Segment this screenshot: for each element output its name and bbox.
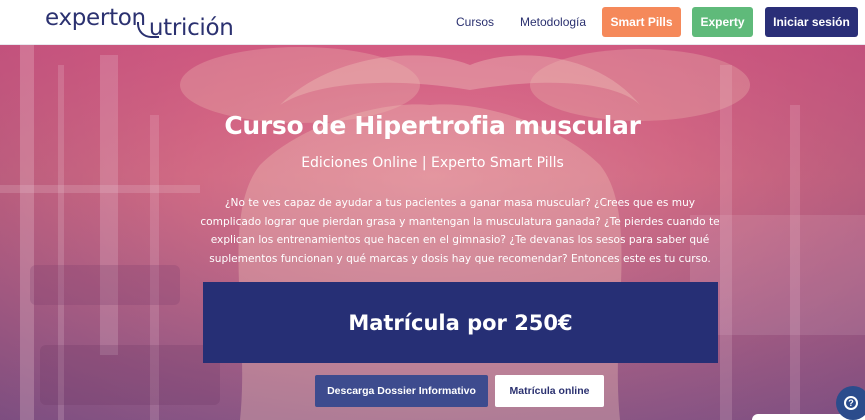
help-circle-icon: ? xyxy=(844,396,858,410)
logo-text-part2: utrición xyxy=(148,15,234,41)
experty-button[interactable]: Experty xyxy=(692,7,753,37)
nav-cursos[interactable]: Cursos xyxy=(456,15,494,29)
price-banner: Matrícula por 250€ xyxy=(203,282,718,363)
download-dossier-button[interactable]: Descarga Dossier Informativo xyxy=(315,375,488,407)
login-button[interactable]: Iniciar sesión xyxy=(765,7,858,37)
smart-pills-button[interactable]: Smart Pills xyxy=(602,7,681,37)
hero-subtitle: Ediciones Online | Experto Smart Pills xyxy=(301,155,564,171)
hero-title: Curso de Hipertrofia muscular xyxy=(224,111,641,140)
price-text: Matrícula por 250€ xyxy=(348,310,573,335)
online-enrollment-button[interactable]: Matrícula online xyxy=(495,375,604,407)
logo-text-part1: experton xyxy=(45,5,146,31)
hero-description: ¿No te ves capaz de ayudar a tus pacient… xyxy=(200,197,720,265)
hero-section: Curso de Hipertrofia muscular Ediciones … xyxy=(0,45,865,420)
top-header: experton utrición Cursos Metodología Sma… xyxy=(0,0,865,45)
logo[interactable]: experton utrición xyxy=(45,4,234,41)
nav-metodologia[interactable]: Metodología xyxy=(520,15,586,29)
help-button[interactable]: ? xyxy=(836,386,865,420)
logo-n-swash xyxy=(137,22,159,38)
